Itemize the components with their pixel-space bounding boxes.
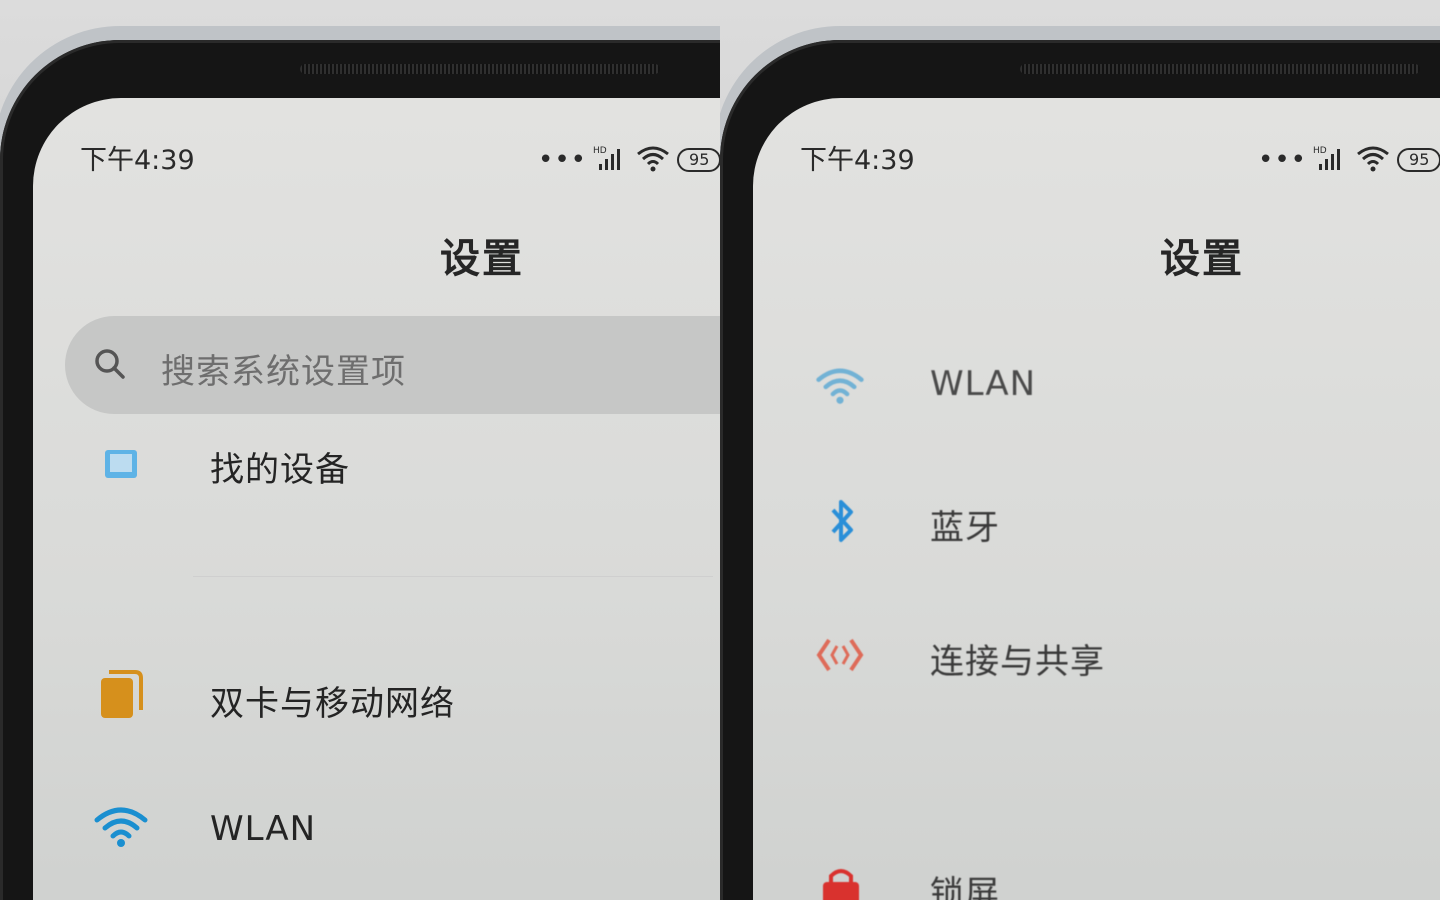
- settings-screen: 下午4:39 ••• HD 95 设置: [753, 98, 1440, 900]
- battery-indicator: 95: [677, 148, 720, 172]
- status-time: 下午4:39: [800, 145, 915, 176]
- search-bar[interactable]: 搜索系统设置项: [65, 316, 720, 414]
- page-title: 设置: [1160, 236, 1244, 282]
- status-time: 下午4:39: [80, 145, 195, 176]
- signal-icon: HD: [593, 144, 629, 176]
- wifi-icon: [815, 366, 865, 410]
- search-icon: [93, 347, 127, 385]
- list-item-label: 找的设备: [210, 450, 350, 490]
- connection-sharing-icon: [815, 634, 865, 680]
- list-item-label: 连接与共享: [930, 642, 1105, 682]
- hd-label: HD: [593, 146, 607, 156]
- left-phone-photo: 下午4:39 ••• HD 95 设置 搜索系统设置项 找的设备 双卡与移动网络…: [0, 0, 720, 900]
- device-icon: [103, 448, 139, 484]
- earpiece-speaker: [300, 64, 660, 74]
- wifi-icon: [93, 806, 149, 852]
- earpiece-speaker: [1020, 64, 1420, 74]
- page-title: 设置: [440, 236, 524, 282]
- status-indicators: ••• HD 95: [538, 144, 720, 176]
- status-indicators: ••• HD 95: [1258, 144, 1440, 176]
- hd-label: HD: [1313, 146, 1327, 156]
- lock-screen-icon: [819, 868, 863, 900]
- more-dots-icon: •••: [538, 145, 588, 175]
- section-divider: [193, 576, 713, 577]
- wifi-status-icon: [1355, 144, 1391, 176]
- sim-card-icon: [99, 670, 143, 724]
- right-phone-photo: 下午4:39 ••• HD 95 设置 WLAN 蓝牙 连接与共享 锁屏: [720, 0, 1440, 900]
- list-item-label: 锁屏: [930, 874, 1000, 900]
- list-item-label: WLAN: [210, 809, 317, 849]
- list-item-label: 双卡与移动网络: [210, 684, 455, 724]
- bluetooth-icon: [827, 498, 857, 548]
- list-item-label: 蓝牙: [930, 508, 1000, 548]
- list-item-label: WLAN: [930, 364, 1037, 404]
- search-placeholder: 搜索系统设置项: [161, 352, 406, 392]
- wifi-status-icon: [635, 144, 671, 176]
- more-dots-icon: •••: [1258, 145, 1308, 175]
- settings-screen: 下午4:39 ••• HD 95 设置: [33, 98, 720, 900]
- battery-indicator: 95: [1397, 148, 1440, 172]
- signal-icon: HD: [1313, 144, 1349, 176]
